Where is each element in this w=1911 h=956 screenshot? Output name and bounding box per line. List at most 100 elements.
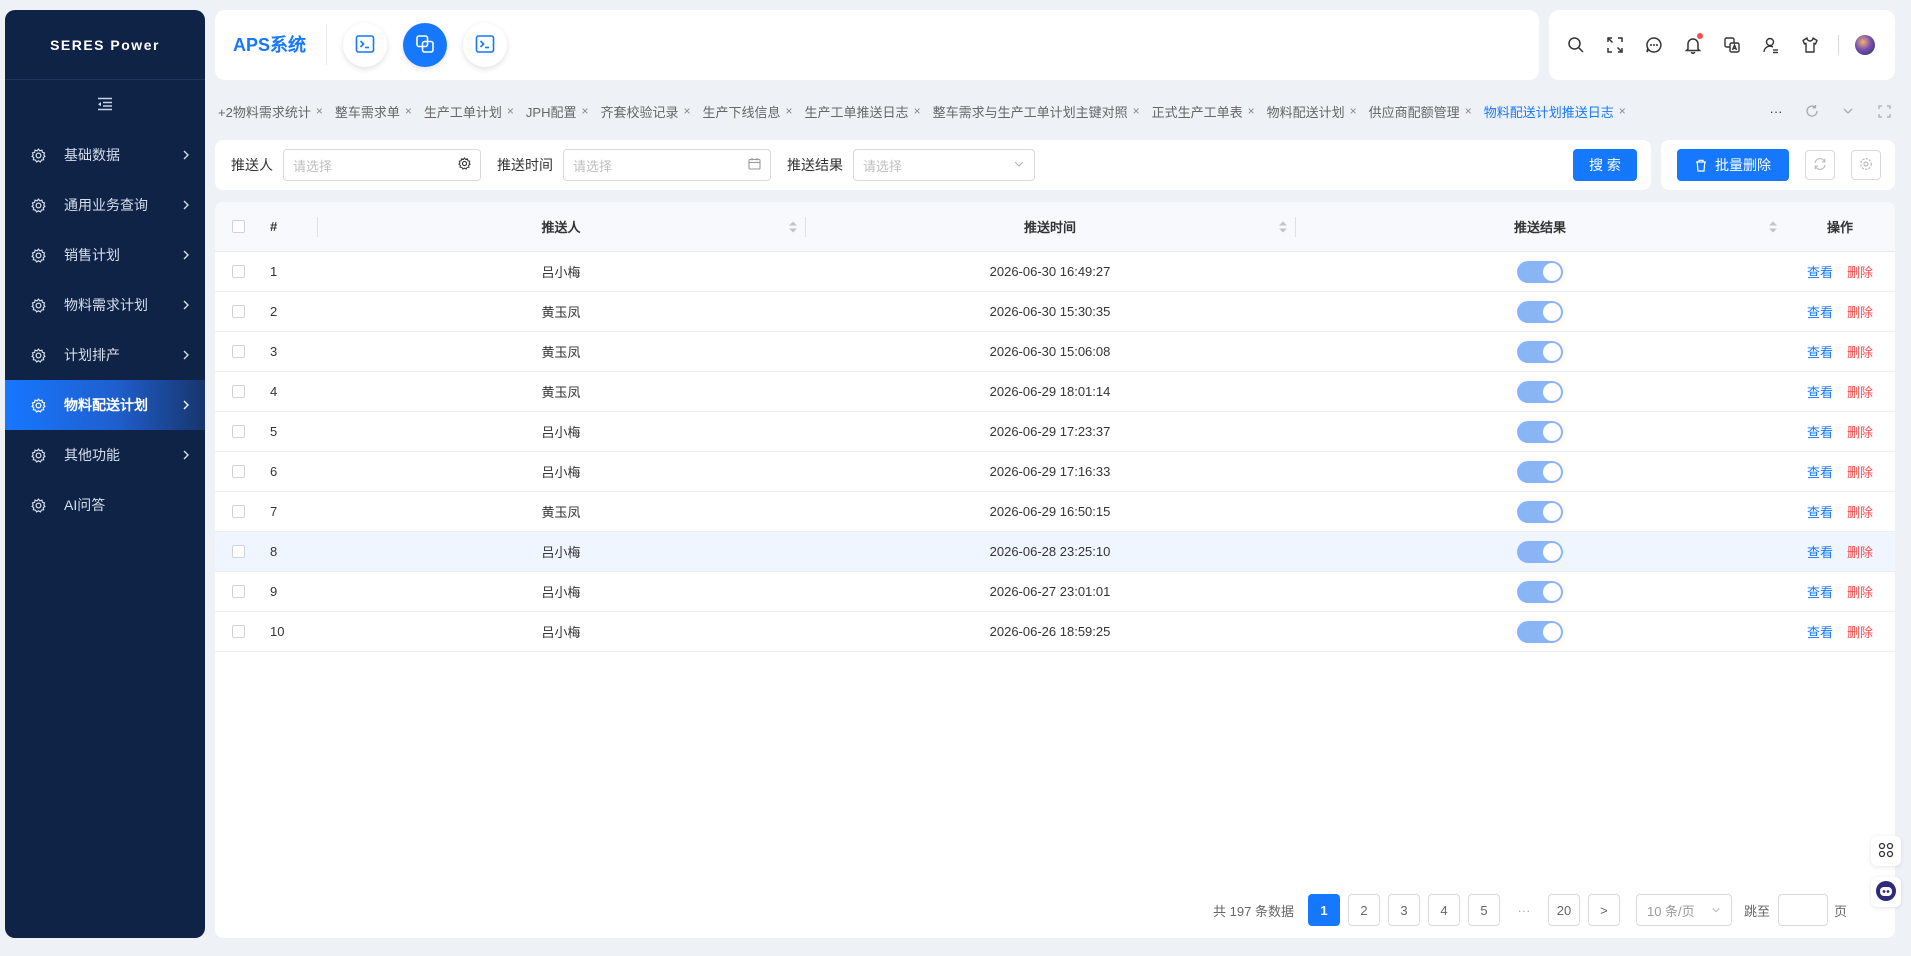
result-switch[interactable]	[1517, 460, 1563, 483]
close-icon[interactable]: ×	[1350, 104, 1357, 118]
batch-delete-button[interactable]: 批量删除	[1677, 149, 1789, 181]
page-number[interactable]: 5	[1467, 894, 1500, 926]
sort-icon[interactable]	[789, 221, 797, 232]
search-button[interactable]: 搜 索	[1573, 149, 1637, 181]
header-pusher[interactable]: 推送人	[317, 216, 805, 237]
close-icon[interactable]: ×	[1248, 104, 1255, 118]
page-last[interactable]: 20	[1547, 894, 1580, 926]
page-ellipsis[interactable]: ···	[1507, 894, 1540, 926]
view-link[interactable]: 查看	[1807, 345, 1833, 360]
user-settings-icon[interactable]	[1760, 34, 1782, 56]
page-tab[interactable]: 物料配送计划 ×	[1261, 96, 1363, 126]
translate-icon[interactable]	[1721, 34, 1743, 56]
page-number[interactable]: 2	[1347, 894, 1380, 926]
delete-link[interactable]: 删除	[1847, 345, 1873, 360]
view-link[interactable]: 查看	[1807, 585, 1833, 600]
close-icon[interactable]: ×	[914, 104, 921, 118]
page-tab[interactable]: +2物料需求统计 ×	[212, 96, 329, 126]
tab-fullscreen-icon[interactable]	[1866, 104, 1902, 118]
result-switch[interactable]	[1517, 580, 1563, 603]
tabs-more-button[interactable]: ···	[1758, 104, 1794, 119]
next-page-button[interactable]: >	[1587, 894, 1620, 926]
close-icon[interactable]: ×	[1133, 104, 1140, 118]
sidebar-item[interactable]: 计划排产	[5, 330, 205, 380]
close-icon[interactable]: ×	[786, 104, 793, 118]
row-checkbox[interactable]	[215, 345, 262, 358]
row-checkbox[interactable]	[215, 625, 262, 638]
close-icon[interactable]: ×	[507, 104, 514, 118]
page-tab[interactable]: JPH配置 ×	[520, 96, 595, 126]
row-checkbox[interactable]	[215, 505, 262, 518]
terminal-shortcut-button[interactable]	[343, 23, 388, 67]
result-switch[interactable]	[1517, 540, 1563, 563]
page-number[interactable]: 3	[1387, 894, 1420, 926]
sidebar-item[interactable]: 其他功能	[5, 430, 205, 480]
menu-collapse-button[interactable]	[5, 80, 205, 130]
view-link[interactable]: 查看	[1807, 625, 1833, 640]
result-select[interactable]: 请选择	[853, 149, 1035, 181]
delete-link[interactable]: 删除	[1847, 385, 1873, 400]
view-link[interactable]: 查看	[1807, 425, 1833, 440]
result-switch[interactable]	[1517, 380, 1563, 403]
view-link[interactable]: 查看	[1807, 545, 1833, 560]
page-number[interactable]: 4	[1427, 894, 1460, 926]
sort-icon[interactable]	[1769, 221, 1777, 232]
delete-link[interactable]: 删除	[1847, 545, 1873, 560]
delete-link[interactable]: 删除	[1847, 305, 1873, 320]
result-switch[interactable]	[1517, 420, 1563, 443]
close-icon[interactable]: ×	[405, 104, 412, 118]
delete-link[interactable]: 删除	[1847, 625, 1873, 640]
view-link[interactable]: 查看	[1807, 385, 1833, 400]
ai-assistant-float-button[interactable]	[1871, 877, 1901, 907]
result-switch[interactable]	[1517, 340, 1563, 363]
close-icon[interactable]: ×	[316, 104, 323, 118]
window-switch-button[interactable]	[403, 23, 448, 67]
close-icon[interactable]: ×	[1465, 104, 1472, 118]
row-checkbox[interactable]	[215, 385, 262, 398]
time-picker[interactable]: 请选择	[563, 149, 771, 181]
tabs-dropdown-icon[interactable]	[1830, 105, 1866, 117]
row-checkbox[interactable]	[215, 585, 262, 598]
view-link[interactable]: 查看	[1807, 465, 1833, 480]
page-number[interactable]: 1	[1307, 894, 1340, 926]
theme-shirt-icon[interactable]	[1799, 34, 1821, 56]
view-link[interactable]: 查看	[1807, 305, 1833, 320]
page-tab[interactable]: 生产工单计划 ×	[418, 96, 520, 126]
page-tab[interactable]: 整车需求与生产工单计划主键对照 ×	[927, 96, 1146, 126]
sidebar-item[interactable]: 通用业务查询	[5, 180, 205, 230]
apps-float-button[interactable]	[1871, 836, 1901, 866]
page-tab[interactable]: 物料配送计划推送日志 ×	[1478, 96, 1632, 126]
row-checkbox[interactable]	[215, 545, 262, 558]
page-tab[interactable]: 生产工单推送日志 ×	[799, 96, 927, 126]
delete-link[interactable]: 删除	[1847, 585, 1873, 600]
sidebar-item[interactable]: 物料配送计划	[5, 380, 205, 430]
page-tab[interactable]: 供应商配额管理 ×	[1363, 96, 1478, 126]
page-tab[interactable]: 齐套校验记录 ×	[594, 96, 696, 126]
close-icon[interactable]: ×	[581, 104, 588, 118]
result-switch[interactable]	[1517, 300, 1563, 323]
close-icon[interactable]: ×	[684, 104, 691, 118]
row-checkbox[interactable]	[215, 265, 262, 278]
sidebar-item[interactable]: 物料需求计划	[5, 280, 205, 330]
header-time[interactable]: 推送时间	[805, 216, 1295, 237]
fullscreen-icon[interactable]	[1604, 34, 1626, 56]
delete-link[interactable]: 删除	[1847, 505, 1873, 520]
view-link[interactable]: 查看	[1807, 265, 1833, 280]
terminal-shortcut-button-2[interactable]	[463, 23, 508, 67]
result-switch[interactable]	[1517, 620, 1563, 643]
user-avatar[interactable]	[1855, 35, 1875, 55]
page-tab[interactable]: 生产下线信息 ×	[697, 96, 799, 126]
delete-link[interactable]: 删除	[1847, 265, 1873, 280]
chat-icon[interactable]	[1643, 34, 1665, 56]
refresh-button[interactable]	[1805, 150, 1835, 180]
result-switch[interactable]	[1517, 500, 1563, 523]
header-result[interactable]: 推送结果	[1295, 216, 1785, 237]
close-icon[interactable]: ×	[1619, 104, 1626, 118]
page-tab[interactable]: 整车需求单 ×	[329, 96, 418, 126]
sidebar-item[interactable]: 基础数据	[5, 130, 205, 180]
sort-icon[interactable]	[1279, 221, 1287, 232]
page-tab[interactable]: 正式生产工单表 ×	[1146, 96, 1261, 126]
column-settings-button[interactable]	[1851, 150, 1881, 180]
notification-bell-icon[interactable]	[1682, 33, 1704, 56]
view-link[interactable]: 查看	[1807, 505, 1833, 520]
